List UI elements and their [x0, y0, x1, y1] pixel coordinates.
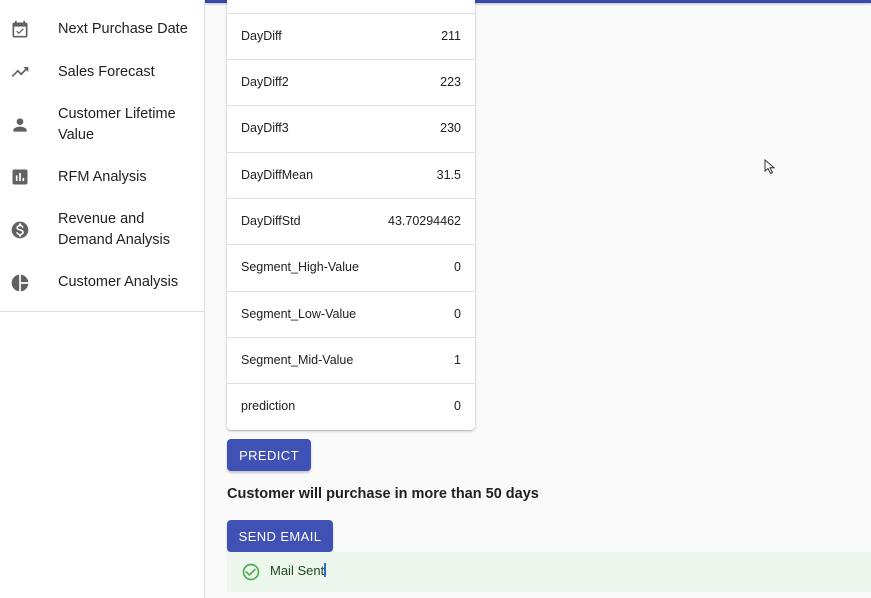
table-row: DayDiff3 230: [227, 105, 475, 151]
sidebar-item-label: Customer Analysis: [58, 274, 179, 290]
feature-name: prediction: [241, 399, 296, 413]
feature-name: DayDiffMean: [241, 168, 314, 182]
feature-value: 1: [454, 353, 461, 367]
sidebar-item-customer-lifetime-value[interactable]: Customer Lifetime Value: [0, 103, 204, 147]
table-row: Segment_Mid-Value 1: [227, 337, 475, 383]
sidebar-item-label: Customer Lifetime Value: [58, 106, 176, 143]
feature-name: Segment_Mid-Value: [241, 353, 354, 367]
feature-value: 31.5: [436, 168, 461, 182]
success-alert: Mail Sent: [227, 552, 871, 592]
table-row: Segment_High-Value 0: [227, 244, 475, 290]
feature-name: Segment_Low-Value: [241, 307, 357, 321]
sidebar-item-next-purchase-date[interactable]: Next Purchase Date: [0, 18, 204, 42]
feature-name: DayDiff3: [241, 121, 289, 135]
trending-up-icon: [10, 62, 30, 82]
text-caret: [324, 563, 327, 577]
table-row: Segment_Low-Value 0: [227, 291, 475, 337]
feature-value: 211: [441, 29, 461, 43]
person-icon: [10, 115, 30, 135]
sidebar-item-customer-analysis[interactable]: Customer Analysis: [0, 271, 204, 295]
sidebar-item-label: RFM Analysis: [58, 169, 147, 185]
feature-name: DayDiff2: [241, 75, 289, 89]
predict-button[interactable]: PREDICT: [227, 439, 311, 471]
send-email-button[interactable]: SEND EMAIL: [227, 520, 333, 552]
feature-value: 0: [454, 399, 461, 413]
feature-value: 0: [454, 260, 461, 274]
table-row: prediction 0: [227, 383, 475, 429]
sidebar-item-rfm-analysis[interactable]: RFM Analysis: [0, 166, 204, 190]
sidebar-item-label: Revenue and Demand Analysis: [58, 211, 171, 248]
mouse-cursor-icon: [764, 159, 776, 175]
feature-value: 230: [440, 121, 461, 135]
table-row: DayDiffStd 43.70294462: [227, 198, 475, 244]
dollar-circle-icon: [10, 220, 30, 240]
feature-name: DayDiffStd: [241, 214, 301, 228]
alert-message: Mail Sent: [270, 563, 327, 578]
table-row: DayDiffMean 31.5: [227, 152, 475, 198]
sidebar-item-label: Sales Forecast: [58, 64, 155, 80]
sidebar-item-revenue-demand-analysis[interactable]: Revenue and Demand Analysis: [0, 208, 204, 252]
table-row: DayDiff2 223: [227, 59, 475, 105]
feature-value: 43.70294462: [388, 214, 461, 228]
feature-value: 0: [454, 307, 461, 321]
check-circle-icon: [241, 562, 261, 582]
sidebar-item-sales-forecast[interactable]: Sales Forecast: [0, 61, 204, 85]
features-table: DayDiff 211 DayDiff2 223 DayDiff3 230 Da…: [227, 0, 475, 430]
table-row: DayDiff 211: [227, 13, 475, 59]
feature-value: 223: [440, 75, 461, 89]
sidebar-nav: Next Purchase Date Sales Forecast Custom…: [0, 0, 204, 312]
prediction-result-text: Customer will purchase in more than 50 d…: [227, 486, 539, 502]
calendar-check-icon: [10, 20, 30, 40]
pie-chart-icon: [10, 273, 30, 293]
feature-name: Segment_High-Value: [241, 260, 359, 274]
feature-name: DayDiff: [241, 29, 282, 43]
bar-chart-icon: [10, 167, 30, 187]
sidebar-item-label: Next Purchase Date: [58, 21, 188, 37]
sidebar: Next Purchase Date Sales Forecast Custom…: [0, 0, 205, 598]
